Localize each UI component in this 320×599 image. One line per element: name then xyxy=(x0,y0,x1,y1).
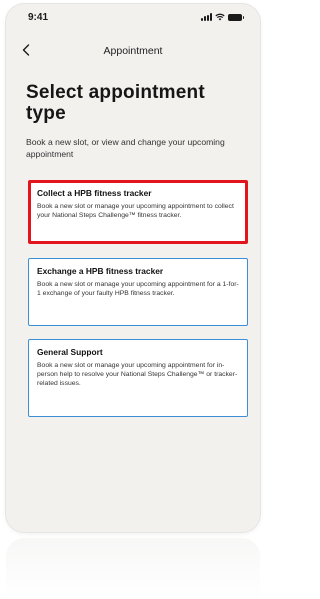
option-description: Book a new slot or manage your upcoming … xyxy=(37,362,238,387)
option-description: Book a new slot or manage your upcoming … xyxy=(37,281,239,297)
status-time: 9:41 xyxy=(28,12,49,23)
screen-reflection xyxy=(6,538,260,599)
status-bar: 9:41 xyxy=(6,4,260,30)
wifi-icon xyxy=(215,13,225,21)
nav-bar: Appointment xyxy=(6,40,260,62)
nav-title: Appointment xyxy=(103,45,163,57)
battery-icon xyxy=(228,13,244,21)
option-general-support-card[interactable]: General Support Book a new slot or manag… xyxy=(28,339,248,417)
signal-icon xyxy=(201,13,212,21)
option-exchange-tracker-card[interactable]: Exchange a HPB fitness tracker Book a ne… xyxy=(28,258,248,326)
status-icons xyxy=(201,13,244,21)
page-subtitle: Book a new slot, or view and change your… xyxy=(26,137,225,159)
phone-screen: 9:41 Appointment Select appointment type… xyxy=(6,4,260,532)
option-collect-tracker-card[interactable]: Collect a HPB fitness tracker Book a new… xyxy=(28,180,248,244)
option-description: Book a new slot or manage your upcoming … xyxy=(37,203,234,219)
option-title: Collect a HPB fitness tracker xyxy=(37,188,152,198)
option-title: Exchange a HPB fitness tracker xyxy=(37,266,164,276)
page-title: Select appointment type xyxy=(26,82,205,124)
option-title: General Support xyxy=(37,347,103,357)
